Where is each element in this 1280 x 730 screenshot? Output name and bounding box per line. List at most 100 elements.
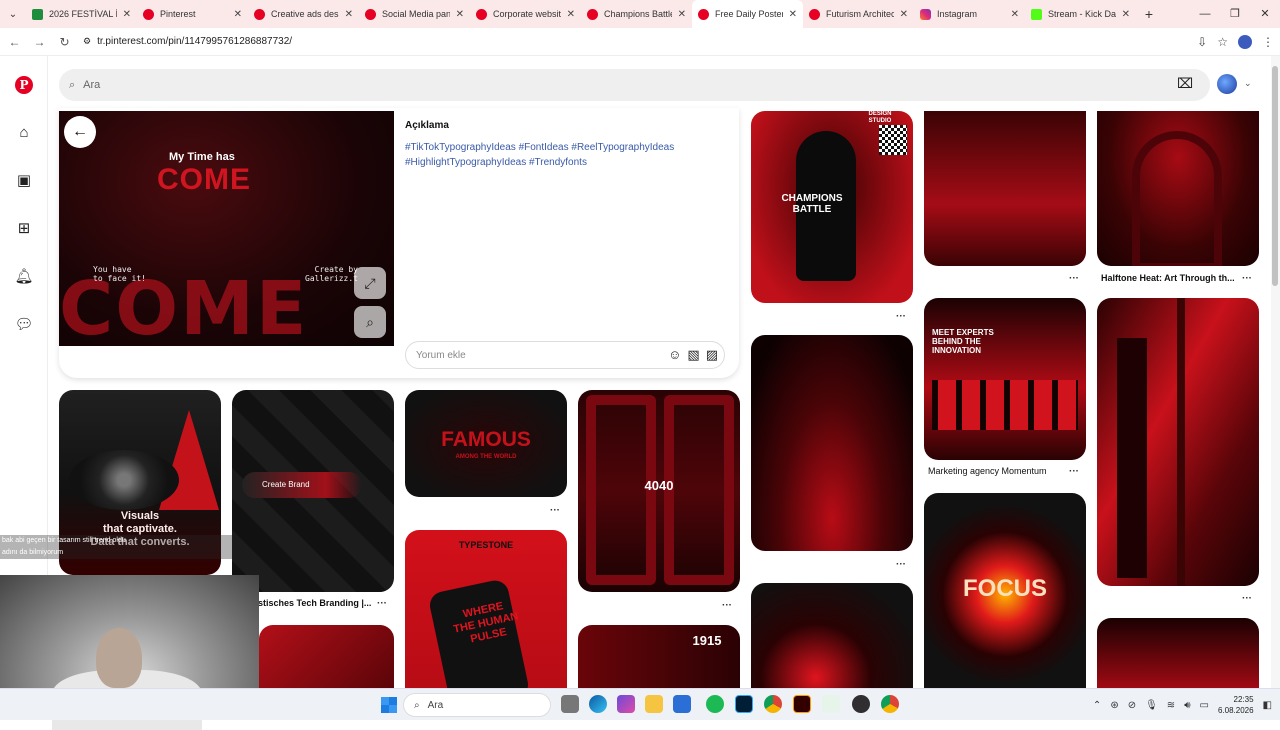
pin-tile-4040[interactable]: 4040: [578, 390, 740, 592]
copilot-icon[interactable]: [617, 695, 635, 713]
more-options-icon[interactable]: ···: [896, 559, 906, 570]
messages-icon[interactable]: 💬︎: [14, 314, 34, 334]
volume-icon[interactable]: 🔊︎: [1184, 700, 1190, 711]
reload-icon[interactable]: ↻: [52, 35, 77, 49]
marketing-caption[interactable]: Marketing agency Momentum: [928, 466, 1063, 476]
tab-2[interactable]: Creative ads desig ✕: [248, 0, 359, 28]
minimize-icon[interactable]: —: [1190, 0, 1220, 28]
pin-tile-1915[interactable]: 1915: [578, 625, 740, 688]
create-icon[interactable]: ⊞: [14, 218, 34, 238]
more-options-icon[interactable]: ···: [896, 311, 906, 322]
close-window-icon[interactable]: ✕: [1250, 0, 1280, 28]
more-options-icon[interactable]: ···: [1242, 593, 1252, 604]
tab-0[interactable]: 2026 FESTİVAL İÇİ ✕: [26, 0, 137, 28]
tab-close-icon[interactable]: ✕: [567, 9, 575, 20]
windows-start-icon[interactable]: [381, 697, 397, 713]
tech-branding-caption[interactable]: stisches Tech Branding |...: [258, 598, 373, 608]
tab-7[interactable]: Futurism Architec ✕: [803, 0, 914, 28]
microphone-icon[interactable]: 🎙︎: [1145, 700, 1158, 711]
more-options-icon[interactable]: ···: [550, 505, 560, 516]
tab-close-icon[interactable]: ✕: [456, 9, 464, 20]
tab-5[interactable]: Champions Battle ✕: [581, 0, 692, 28]
more-options-icon[interactable]: ···: [1069, 273, 1079, 284]
tab-1[interactable]: Pinterest ✕: [137, 0, 248, 28]
pin-tile-dark-red-room[interactable]: [924, 111, 1086, 266]
pin-tile-halftone[interactable]: [1097, 111, 1259, 266]
screen-off-icon[interactable]: ⊘: [1128, 700, 1136, 711]
task-view-icon[interactable]: [561, 695, 579, 713]
image-upload-icon[interactable]: ▨: [706, 347, 718, 363]
tab-3[interactable]: Social Media pane ✕: [359, 0, 470, 28]
tab-search-icon[interactable]: ⌄: [0, 0, 26, 28]
new-tab-button[interactable]: +: [1136, 6, 1162, 22]
tab-close-icon[interactable]: ✕: [234, 9, 242, 20]
wifi-icon[interactable]: ≋: [1167, 700, 1175, 711]
tab-4[interactable]: Corporate websit ✕: [470, 0, 581, 28]
obs-icon[interactable]: [852, 695, 870, 713]
pin-tile-champions-battle[interactable]: DESIGN STUDIO CHAMPIONS BATTLE: [751, 111, 913, 303]
notifications-bell-icon[interactable]: 🔔︎: [14, 266, 34, 286]
tags-line-1[interactable]: #TikTokTypographyIdeas #FontIdeas #ReelT…: [405, 140, 725, 155]
back-nav-icon[interactable]: ←: [2, 35, 27, 49]
pin-tile-red-abstract[interactable]: [259, 625, 394, 688]
tab-close-icon[interactable]: ✕: [900, 9, 908, 20]
stock-app-icon[interactable]: [822, 695, 840, 713]
more-options-icon[interactable]: ···: [377, 598, 387, 609]
install-app-icon[interactable]: ⇩: [1197, 35, 1207, 49]
tab-close-icon[interactable]: ✕: [345, 9, 353, 20]
recording-icon[interactable]: ⊛: [1110, 700, 1118, 711]
pin-tile-tech-branding[interactable]: Create Brand: [232, 390, 394, 592]
photoshop-icon[interactable]: [735, 695, 753, 713]
more-options-icon[interactable]: ···: [1069, 466, 1079, 477]
site-info-icon[interactable]: ⚙: [83, 36, 91, 47]
sticker-icon[interactable]: ▧: [687, 347, 699, 363]
pin-image[interactable]: COME My Time has COME You have to face i…: [59, 111, 394, 346]
search-input[interactable]: ⌕ Ara: [59, 69, 1210, 101]
restore-icon[interactable]: ❐: [1220, 0, 1250, 28]
more-options-icon[interactable]: ···: [1242, 273, 1252, 284]
pin-tile-red-dark-bottom[interactable]: [1097, 618, 1259, 688]
tab-close-icon[interactable]: ✕: [789, 9, 797, 20]
tab-close-icon[interactable]: ✕: [1122, 9, 1130, 20]
emoji-icon[interactable]: ☺: [668, 347, 681, 363]
taskbar-clock[interactable]: 22:35 6.08.2026: [1218, 694, 1254, 716]
battery-icon[interactable]: ▭: [1200, 700, 1209, 711]
forward-nav-icon[interactable]: →: [27, 35, 52, 49]
illustrator-icon[interactable]: [793, 695, 811, 713]
visual-search-button[interactable]: ⌕: [354, 306, 386, 338]
browser-menu-icon[interactable]: ⋮: [1262, 35, 1274, 49]
notification-icon[interactable]: ◧: [1263, 700, 1272, 711]
spotify-icon[interactable]: [706, 695, 724, 713]
chevron-up-icon[interactable]: ⌃: [1093, 700, 1101, 711]
tab-6[interactable]: Free Daily Poster ✕: [692, 0, 803, 28]
tab-close-icon[interactable]: ✕: [1011, 9, 1019, 20]
taskbar-search-input[interactable]: ⌕ Ara: [403, 693, 551, 717]
more-options-icon[interactable]: ···: [722, 600, 732, 611]
comment-input[interactable]: Yorum ekle ☺ ▧ ▨: [405, 341, 725, 369]
pin-tile-red-light[interactable]: [751, 583, 913, 688]
tab-close-icon[interactable]: ✕: [678, 9, 686, 20]
bookmark-star-icon[interactable]: ☆: [1217, 35, 1228, 49]
back-button[interactable]: ←: [64, 116, 96, 148]
tab-9[interactable]: Stream - Kick Das ✕: [1025, 0, 1136, 28]
expand-image-button[interactable]: ⤢: [354, 267, 386, 299]
chrome-profile-icon[interactable]: [881, 695, 899, 713]
tab-close-icon[interactable]: ✕: [123, 9, 131, 20]
pin-tile-red-architecture[interactable]: [1097, 298, 1259, 586]
scrollbar-thumb[interactable]: [1272, 66, 1278, 286]
avatar[interactable]: [1217, 74, 1237, 94]
home-icon[interactable]: ⌂: [14, 122, 34, 142]
browser-profile-avatar[interactable]: [1238, 35, 1252, 49]
chrome-icon[interactable]: [764, 695, 782, 713]
explore-icon[interactable]: ▣: [14, 170, 34, 190]
url-field[interactable]: ⚙ tr.pinterest.com/pin/11479957612868877…: [83, 36, 292, 47]
store-icon[interactable]: [673, 695, 691, 713]
pin-tile-focus[interactable]: FOCUS: [924, 493, 1086, 688]
pin-tile-typestone[interactable]: TYPESTONE WHERE THE HUMAN PULSE: [405, 530, 567, 688]
chevron-down-icon[interactable]: ⌄: [1244, 78, 1252, 89]
visual-search-camera-icon[interactable]: ⌧: [1177, 75, 1193, 92]
tags-line-2[interactable]: #HighlightTypographyIdeas #Trendyfonts: [405, 155, 725, 170]
pin-tile-dark-gradient[interactable]: [751, 335, 913, 551]
tab-8[interactable]: Instagram ✕: [914, 0, 1025, 28]
pin-tile-famous[interactable]: FAMOUS AMONG THE WORLD: [405, 390, 567, 497]
